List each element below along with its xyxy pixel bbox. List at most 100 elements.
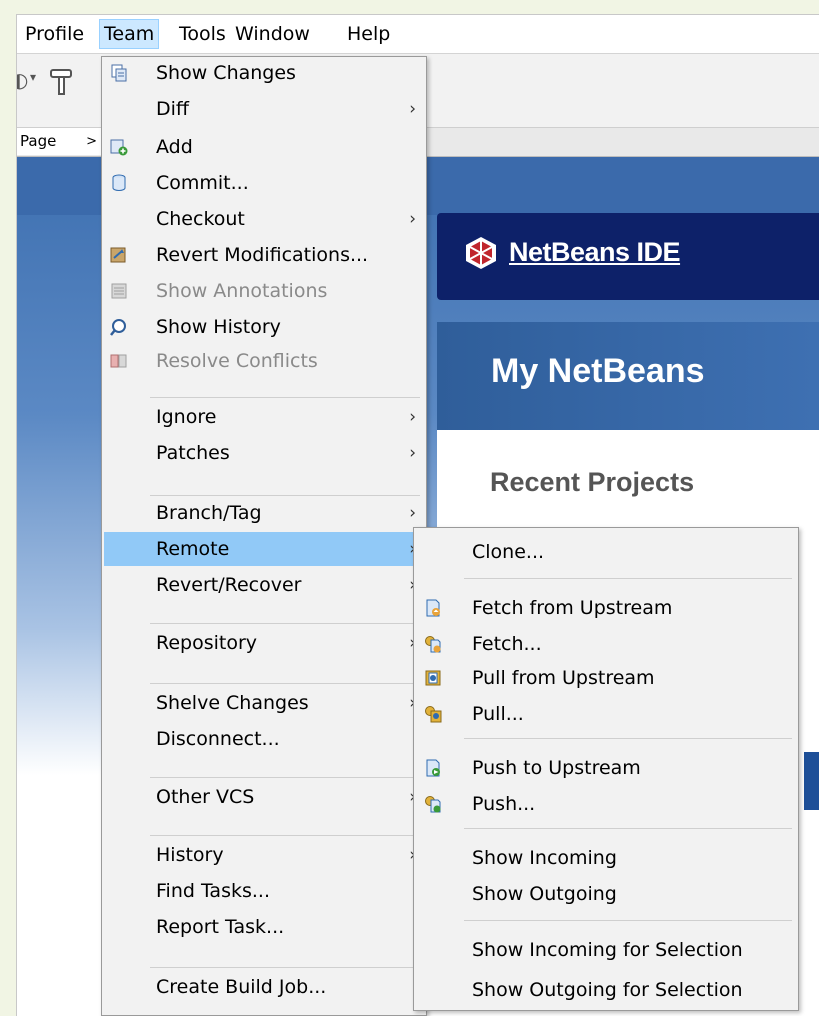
team-item-repository[interactable]: Repository› [104, 626, 424, 660]
commit-icon [110, 174, 128, 192]
team-item-label: Report Task... [156, 916, 285, 938]
menu-separator [464, 738, 792, 739]
chevron-right-icon: › [409, 209, 416, 229]
remote-item-push-to-upstream[interactable]: Push to Upstream [416, 751, 796, 785]
team-item-other-vcs[interactable]: Other VCS› [104, 780, 424, 814]
team-item-label: Revert Modifications... [156, 244, 369, 266]
menu-team[interactable]: Team [99, 19, 160, 49]
chevron-right-icon: › [409, 407, 416, 427]
menu-window[interactable]: Window [231, 20, 314, 48]
menu-separator [150, 397, 420, 398]
team-item-label: Other VCS [156, 786, 255, 808]
menu-separator [464, 578, 792, 579]
conflicts-icon [110, 352, 128, 370]
team-item-label: Show History [156, 316, 281, 338]
tab-start-page[interactable]: Page > [17, 128, 102, 155]
remote-item-label: Show Incoming for Selection [472, 939, 743, 961]
netbeans-logo-text[interactable]: NetBeans IDE [509, 237, 681, 268]
menu-profile[interactable]: Profile [21, 20, 88, 48]
remote-item-label: Clone... [472, 541, 545, 563]
remote-item-label: Fetch from Upstream [472, 597, 673, 619]
netbeans-logo-icon [466, 237, 496, 269]
team-item-branch-tag[interactable]: Branch/Tag › [104, 496, 424, 530]
history-icon [110, 318, 128, 336]
menu-separator [150, 495, 420, 496]
fetch-upstream-icon [424, 599, 442, 617]
team-item-label: Find Tasks... [156, 880, 270, 902]
remote-item-label: Fetch... [472, 633, 542, 655]
remote-item-pull[interactable]: Pull... [416, 697, 796, 731]
team-item-label: Revert/Recover [156, 574, 302, 596]
pull-icon [424, 705, 442, 723]
remote-item-show-outgoing-for-selection[interactable]: Show Outgoing for Selection [416, 973, 796, 1007]
circle-icon[interactable]: ◐ [17, 68, 28, 92]
my-netbeans-bar: My NetBeans [437, 322, 819, 430]
remote-item-clone[interactable]: Clone... [416, 535, 796, 569]
annotations-icon [110, 282, 128, 300]
recent-projects-title: Recent Projects [490, 467, 695, 497]
remote-item-label: Show Incoming [472, 847, 617, 869]
remote-item-pull-from-upstream[interactable]: Pull from Upstream [416, 661, 796, 695]
remote-item-fetch-from-upstream[interactable]: Fetch from Upstream [416, 591, 796, 625]
menu-separator [464, 920, 792, 921]
ide-window: Profile Team Tools Window Help ◐ ▾ Page … [16, 14, 819, 1016]
team-item-show-annotations[interactable]: Show Annotations [104, 274, 424, 308]
menu-separator [150, 683, 420, 684]
menu-separator [150, 777, 420, 778]
team-item-checkout[interactable]: Checkout › [104, 202, 424, 236]
team-item-report-task[interactable]: Report Task... [104, 910, 424, 944]
team-item-label: Add [156, 136, 193, 158]
team-item-disconnect[interactable]: Disconnect... [104, 722, 424, 756]
team-item-add[interactable]: Add [104, 130, 424, 164]
menu-separator [464, 828, 792, 829]
pull-upstream-icon [424, 669, 442, 687]
remote-item-label: Show Outgoing [472, 883, 617, 905]
close-icon[interactable]: > [86, 128, 97, 155]
team-item-commit[interactable]: Commit... [104, 166, 424, 200]
team-item-label: Remote [156, 538, 230, 560]
dropdown-arrow-icon[interactable]: ▾ [30, 70, 36, 84]
menu-tools[interactable]: Tools [175, 20, 230, 48]
menu-help[interactable]: Help [343, 20, 394, 48]
menu-separator [150, 623, 420, 624]
chevron-right-icon: › [409, 99, 416, 119]
remote-item-show-incoming[interactable]: Show Incoming [416, 841, 796, 875]
remote-item-push[interactable]: Push... [416, 787, 796, 821]
hammer-icon[interactable] [47, 67, 77, 97]
remote-item-label: Pull from Upstream [472, 667, 655, 689]
team-menu: Show Changes Diff › Add Commit... Checkout › Re… [101, 56, 427, 1016]
team-item-patches[interactable]: Patches › [104, 436, 424, 470]
team-item-label: Branch/Tag [156, 502, 262, 524]
team-item-show-changes[interactable]: Show Changes [104, 56, 424, 90]
my-netbeans-title: My NetBeans [491, 352, 705, 390]
team-item-revert-recover[interactable]: Revert/Recover› [104, 568, 424, 602]
remote-item-label: Push to Upstream [472, 757, 641, 779]
team-item-label: Commit... [156, 172, 249, 194]
remote-item-fetch[interactable]: Fetch... [416, 627, 796, 661]
team-item-label: Ignore [156, 406, 217, 428]
add-icon [110, 138, 128, 156]
team-item-remote[interactable]: Remote› [104, 532, 424, 566]
remote-submenu: Clone... Fetch from Upstream Fetch... Pull … [413, 527, 799, 1011]
team-item-diff[interactable]: Diff › [104, 92, 424, 126]
fetch-icon [424, 635, 442, 653]
team-item-shelve-changes[interactable]: Shelve Changes› [104, 686, 424, 720]
push-icon [424, 795, 442, 813]
remote-item-label: Pull... [472, 703, 524, 725]
team-item-create-build-job[interactable]: Create Build Job... [104, 970, 424, 1004]
team-item-label: Patches [156, 442, 230, 464]
team-item-label: Show Changes [156, 62, 296, 84]
remote-item-label: Push... [472, 793, 536, 815]
team-item-find-tasks[interactable]: Find Tasks... [104, 874, 424, 908]
team-item-show-history[interactable]: Show History [104, 310, 424, 344]
netbeans-logo-bar: NetBeans IDE [437, 213, 819, 300]
team-item-history[interactable]: History› [104, 838, 424, 872]
remote-item-show-incoming-for-selection[interactable]: Show Incoming for Selection [416, 933, 796, 967]
team-item-ignore[interactable]: Ignore › [104, 400, 424, 434]
remote-item-show-outgoing[interactable]: Show Outgoing [416, 877, 796, 911]
team-item-label: History [156, 844, 224, 866]
menu-separator [150, 835, 420, 836]
team-item-revert-modifications[interactable]: Revert Modifications... [104, 238, 424, 272]
team-item-resolve-conflicts[interactable]: Resolve Conflicts [104, 344, 424, 378]
remote-item-label: Show Outgoing for Selection [472, 979, 743, 1001]
